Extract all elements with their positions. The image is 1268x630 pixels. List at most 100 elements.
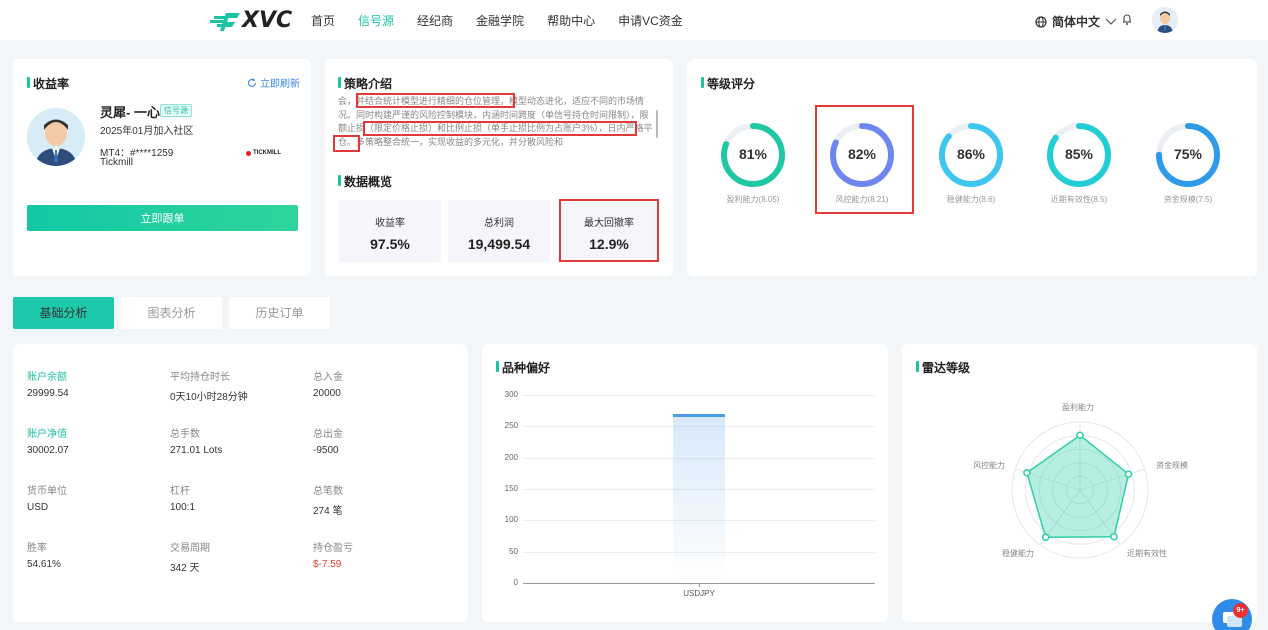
y-tick-label: 250: [504, 421, 518, 431]
broker-logo-dot-icon: [246, 150, 251, 156]
stat-value: 271.01 Lots: [170, 445, 223, 456]
yield-section-title: 收益率: [27, 75, 69, 92]
highlight-box: [363, 121, 637, 136]
trader-avatar: [27, 108, 85, 166]
stat-value: 19,499.54: [467, 236, 531, 252]
refresh-label: 立即刷新: [260, 79, 300, 90]
stat-value: -9500: [313, 445, 339, 456]
gauge-percent: 85%: [1064, 146, 1094, 162]
broker-name: Tickmill: [100, 157, 133, 168]
nav-link-signals[interactable]: 信号源: [358, 12, 394, 29]
preference-section-title: 品种偏好: [496, 359, 550, 376]
stat-value: 30002.07: [27, 445, 69, 456]
gauge-percent: 75%: [1173, 146, 1203, 162]
y-tick-label: 100: [504, 515, 518, 525]
chat-unread-badge: 9+: [1233, 603, 1248, 618]
broker-logo: TICKMILL: [246, 150, 281, 156]
main-nav: 首页 信号源 经纪商 金融学院 帮助中心 申请VC资金: [311, 12, 683, 29]
stat-label: 杠杆: [170, 486, 190, 497]
globe-icon: [1035, 15, 1047, 28]
x-tick-mark: [699, 583, 700, 587]
stat-label: 胜率: [27, 543, 47, 554]
grades-section-title: 等级评分: [701, 75, 755, 92]
stat-label: 交易周期: [170, 543, 210, 554]
stat-profit: 总利润 19,499.54: [448, 200, 550, 262]
nav-link-academy[interactable]: 金融学院: [476, 12, 524, 29]
stat-value: 342 天: [170, 563, 200, 574]
nav-link-apply-funding[interactable]: 申请VC资金: [618, 12, 683, 29]
stat-label: 持仓盈亏: [313, 543, 353, 554]
radar-label: 稳健能力: [1002, 549, 1034, 558]
stat-value: 54.61%: [27, 559, 61, 570]
stat-label: 账户余额: [27, 372, 67, 383]
radar-card: [902, 344, 1257, 622]
radar-label: 近期有效性: [1127, 549, 1167, 558]
trader-name: 灵犀- 一心: [100, 105, 160, 120]
stat-label: 总手数: [170, 429, 200, 440]
nav-link-help[interactable]: 帮助中心: [547, 12, 595, 29]
follow-button[interactable]: 立即跟单: [27, 205, 298, 231]
tab-basic-analysis[interactable]: 基础分析: [13, 297, 114, 329]
gauge-label: 盈利能力(8.05): [726, 195, 780, 204]
stat-label: 账户净值: [27, 429, 67, 440]
stat-label: 总利润: [484, 218, 514, 229]
y-tick-label: 200: [504, 452, 518, 462]
nav-link-home[interactable]: 首页: [311, 12, 335, 29]
stat-label: 收益率: [375, 218, 405, 229]
stat-value: $-7.59: [313, 559, 342, 570]
y-tick-label: 0: [513, 578, 518, 587]
logo[interactable]: XVC: [210, 8, 292, 33]
radar-section-title: 雷达等级: [916, 359, 970, 376]
signal-source-badge: 信号源: [160, 104, 192, 117]
language-selector[interactable]: 简体中文: [1035, 13, 1117, 30]
stat-label: 平均持仓时长: [170, 372, 230, 383]
top-navbar: XVC 首页 信号源 经纪商 金融学院 帮助中心 申请VC资金 简体中文: [0, 0, 1268, 40]
radar-label: 资金规模: [1156, 461, 1188, 470]
radar-label: 风控能力: [973, 461, 1005, 470]
gauge-label: 资金规模(7.5): [1163, 195, 1213, 204]
stat-value: 0天10小时28分钟: [170, 392, 248, 403]
refresh-button[interactable]: 立即刷新: [247, 75, 300, 90]
highlight-box: [333, 135, 360, 152]
tab-order-history[interactable]: 历史订单: [229, 297, 330, 329]
bar-usdjpy[interactable]: [673, 413, 725, 583]
grade-gauge: 86% 稳健能力(8.6): [938, 122, 1004, 205]
nav-link-brokers[interactable]: 经纪商: [417, 12, 453, 29]
logo-mark-icon: [210, 10, 240, 32]
refresh-icon: [247, 77, 257, 87]
x-tick-label: USDJPY: [683, 589, 715, 598]
stat-label: 总出金: [313, 429, 343, 440]
chevron-down-icon: [1105, 18, 1117, 25]
y-tick-label: 50: [509, 546, 518, 556]
grade-gauge: 75% 资金规模(7.5): [1155, 122, 1221, 205]
strategy-scrollbar[interactable]: [656, 110, 658, 138]
tab-chart-analysis[interactable]: 图表分析: [121, 297, 222, 329]
y-tick-label: 150: [504, 484, 518, 493]
stat-value: 29999.54: [27, 388, 69, 399]
account-stats-card: [13, 344, 468, 622]
gauge-percent: 81%: [738, 146, 768, 162]
stat-value: USD: [27, 502, 49, 513]
user-avatar[interactable]: [1152, 7, 1178, 33]
grade-gauge: 81% 盈利能力(8.05): [720, 122, 786, 205]
stat-label: 货币单位: [27, 486, 67, 497]
stat-value: 97.5%: [370, 236, 410, 252]
logo-text: XVC: [242, 8, 293, 33]
y-tick-label: 300: [504, 390, 518, 399]
gauge-label: 稳健能力(8.6): [946, 195, 996, 204]
stat-label: 总入金: [313, 372, 343, 383]
stat-yield: 收益率 97.5%: [339, 200, 441, 262]
broker-logo-text: TICKMILL: [253, 150, 281, 156]
radar-label: 盈利能力: [1062, 403, 1094, 412]
overview-section-title: 数据概览: [338, 173, 392, 190]
language-label: 简体中文: [1052, 15, 1101, 29]
bell-icon[interactable]: [1120, 12, 1134, 26]
stat-label: 总笔数: [313, 486, 343, 497]
stat-value: 100:1: [170, 502, 196, 513]
highlight-box: [559, 199, 659, 262]
chart-gridline: [523, 395, 875, 396]
highlight-box: [815, 105, 914, 214]
gauge-percent: 86%: [956, 146, 986, 162]
stat-value: 20000: [313, 388, 341, 399]
grade-gauge: 85% 近期有效性(8.5): [1046, 122, 1112, 205]
